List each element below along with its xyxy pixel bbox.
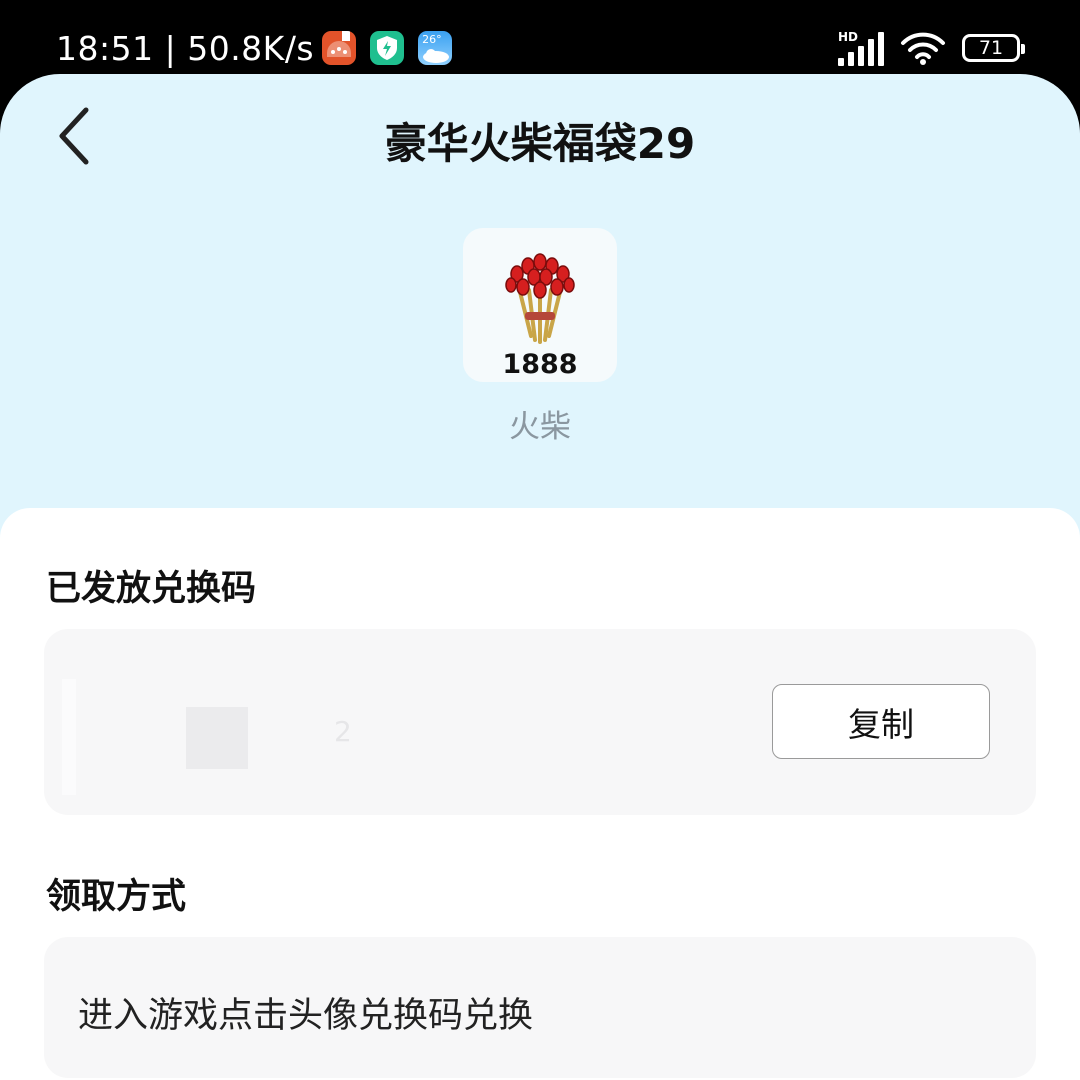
gift-card: 1888	[463, 228, 617, 382]
status-bar: 18:51 | 50.8K/s 26° HD 71	[0, 0, 1080, 80]
cell-signal-icon: HD	[838, 30, 886, 66]
redeem-code-text[interactable]: 2	[334, 715, 352, 748]
battery-level: 71	[978, 37, 1004, 59]
content-sheet: 已发放兑换码 2 复制 领取方式 进入游戏点击头像兑换码兑换	[0, 508, 1080, 1080]
tomato-app-icon	[322, 31, 357, 65]
code-edge-mask	[62, 679, 76, 795]
method-text: 进入游戏点击头像兑换码兑换	[78, 996, 534, 1036]
status-time-speed: 18:51 | 50.8K/s	[56, 28, 315, 68]
hd-label: HD	[838, 30, 859, 44]
method-card: 进入游戏点击头像兑换码兑换	[44, 937, 1036, 1078]
method-section-title: 领取方式	[46, 877, 187, 917]
wifi-icon	[901, 32, 945, 65]
code-redaction-block	[186, 707, 248, 769]
code-section-title: 已发放兑换码	[46, 569, 257, 609]
gift-count: 1888	[502, 349, 578, 380]
gift-name: 火柴	[509, 409, 571, 445]
weather-app-icon: 26°	[418, 31, 453, 65]
copy-button[interactable]: 复制	[772, 684, 990, 759]
security-app-icon	[370, 31, 405, 65]
redeem-code-card: 2 复制	[44, 629, 1036, 815]
matches-bundle-icon	[505, 253, 575, 344]
gift-detail-page: 豪华火柴福袋29 1888 火柴 已发放兑换码 2 复制 领取方式 进入游戏点击…	[0, 74, 1080, 1080]
battery-icon: 71	[962, 34, 1025, 62]
page-title: 豪华火柴福袋29	[384, 119, 696, 168]
